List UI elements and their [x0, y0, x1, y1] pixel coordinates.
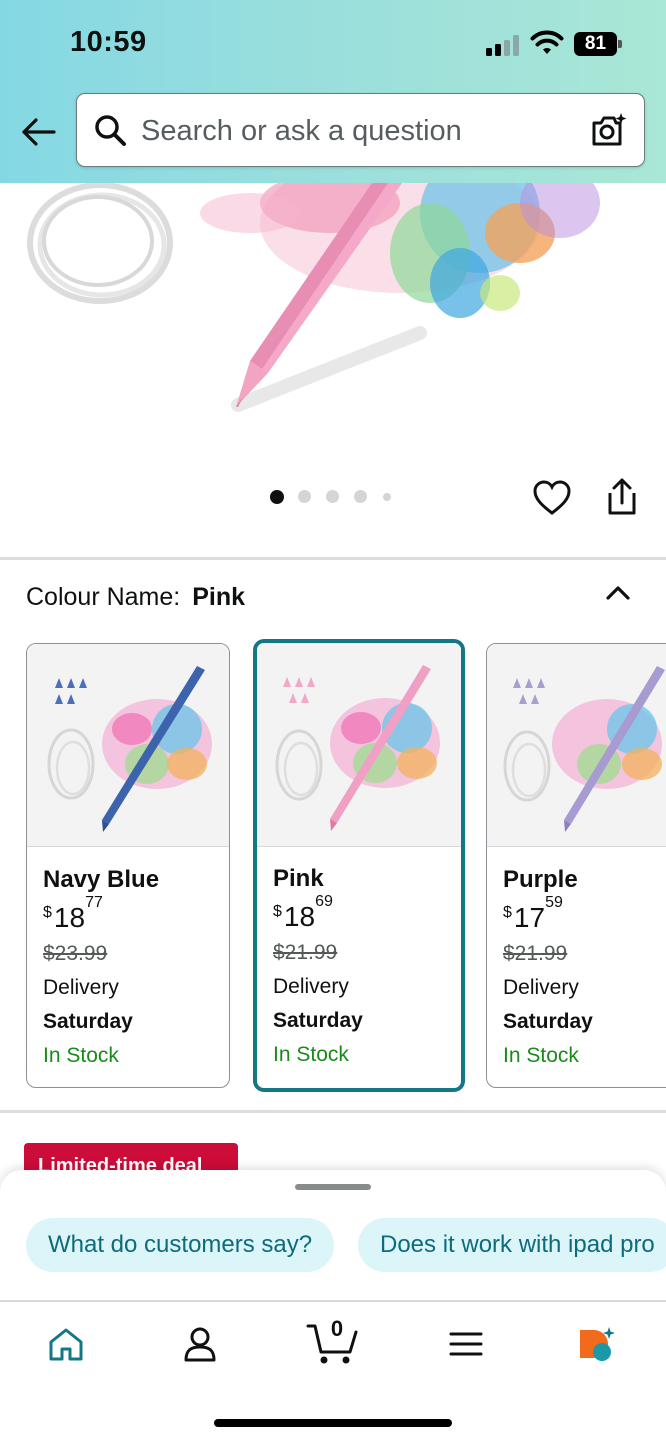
battery-level: 81 [574, 32, 617, 56]
cart-button[interactable]: 0 [306, 1316, 358, 1366]
swatch-price: $1759 [503, 893, 563, 933]
home-icon[interactable] [46, 1324, 86, 1364]
battery-icon: 81 [574, 32, 622, 56]
swatch-delivery: Delivery [43, 976, 119, 999]
swatch-delivery: Delivery [273, 975, 349, 998]
swatch-list-price: $21.99 [273, 941, 338, 964]
selected-colour: Pink [192, 583, 246, 611]
colour-label-text: Colour Name: [26, 583, 181, 611]
chevron-up-icon[interactable] [604, 582, 632, 604]
swatch-image [487, 644, 666, 847]
cart-count: 0 [330, 1316, 344, 1341]
swatch-price: $1869 [273, 892, 333, 932]
colour-swatch-purple[interactable]: Purple $1759 $21.99 Delivery Saturday In… [486, 643, 666, 1088]
bottom-navigation: 0 [0, 1300, 666, 1440]
section-divider [0, 1110, 666, 1113]
heart-icon[interactable] [532, 478, 572, 518]
colour-swatch-pink[interactable]: Pink $1869 $21.99 Delivery Saturday In S… [254, 640, 464, 1091]
swatch-name: Purple [503, 866, 578, 893]
swatch-price: $1877 [43, 893, 103, 933]
product-photo [27, 183, 600, 412]
menu-icon[interactable] [446, 1324, 486, 1364]
swatch-delivery-day: Saturday [43, 1010, 133, 1033]
search-input[interactable]: Search or ask a question [141, 115, 462, 148]
suggestion-chip-customers[interactable]: What do customers say? [26, 1218, 335, 1272]
swatch-name: Navy Blue [43, 866, 160, 893]
swatch-stock-status: In Stock [503, 1044, 579, 1067]
sheet-drag-handle[interactable] [295, 1184, 371, 1190]
swatch-list-price: $21.99 [503, 942, 568, 965]
swatch-delivery-day: Saturday [503, 1010, 593, 1033]
swatch-image [27, 644, 229, 847]
colour-swatch-navy-blue[interactable]: Navy Blue $1877 $23.99 Delivery Saturday… [26, 643, 230, 1088]
search-bar[interactable]: Search or ask a question [76, 93, 645, 167]
wifi-icon [530, 30, 564, 54]
status-time: 10:59 [70, 26, 147, 58]
cellular-signal-icon [486, 34, 520, 56]
swatch-delivery: Delivery [503, 976, 579, 999]
section-divider [0, 557, 666, 560]
swatch-stock-status: In Stock [43, 1044, 119, 1067]
share-icon[interactable] [602, 477, 642, 517]
back-arrow-icon[interactable] [18, 112, 58, 152]
rufus-assistant-icon[interactable] [576, 1324, 616, 1364]
search-icon [95, 115, 126, 146]
home-indicator [214, 1419, 452, 1427]
product-image[interactable] [0, 183, 666, 473]
swatch-name: Pink [273, 865, 324, 892]
colour-name-label: Colour Name: Pink [26, 583, 245, 612]
suggestion-chip-ipad[interactable]: Does it work with ipad pro [358, 1218, 666, 1272]
camera-search-icon[interactable] [590, 111, 628, 149]
swatch-image [257, 643, 461, 847]
swatch-list-price: $23.99 [43, 942, 108, 965]
account-icon[interactable] [180, 1324, 220, 1364]
assistant-suggestions-sheet[interactable]: What do customers say? Does it work with… [0, 1170, 666, 1302]
swatch-stock-status: In Stock [273, 1043, 349, 1066]
app-header: 10:59 81 Search or ask a question [0, 0, 666, 183]
swatch-delivery-day: Saturday [273, 1009, 363, 1032]
